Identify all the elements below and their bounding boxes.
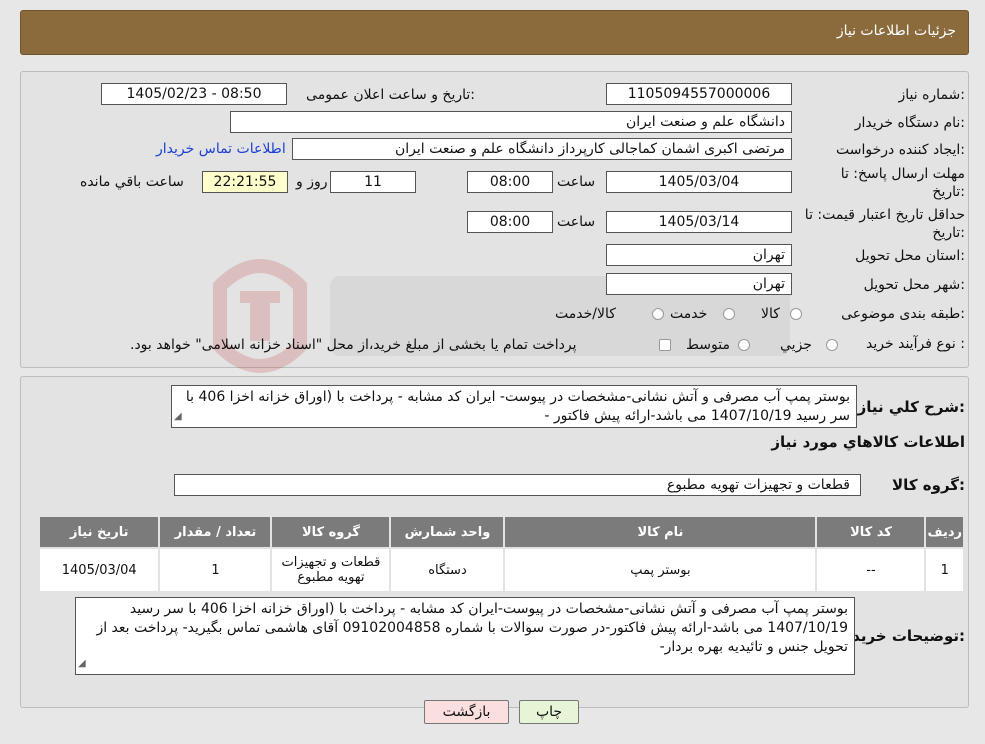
buyer-org-field: دانشگاه علم و صنعت ایران: [230, 111, 792, 133]
buyer-notes-label: توضیحات خریدار:: [838, 627, 965, 645]
days-label: روز و: [296, 174, 328, 190]
validity-label-line1: حداقل تاریخ اعتبار قیمت: تا: [804, 207, 965, 223]
col-header-code: کد کالا: [817, 517, 925, 547]
summary-textarea[interactable]: بوستر پمپ آب مصرفی و آتش نشانی-مشخصات در…: [171, 385, 857, 428]
buyer-notes-text: بوستر پمپ آب مصرفی و آتش نشانی-مشخصات در…: [96, 601, 848, 655]
table-header-row: رديف کد کالا نام کالا واحد شمارش گروه کا…: [40, 517, 963, 547]
print-button[interactable]: چاپ: [519, 700, 579, 724]
creator-label: ایجاد کننده درخواست:: [836, 142, 965, 158]
need-number-label: شماره نیاز:: [898, 87, 965, 103]
buyer-notes-textarea[interactable]: بوستر پمپ آب مصرفی و آتش نشانی-مشخصات در…: [75, 597, 855, 675]
validity-label-line2: تاریخ:: [932, 225, 965, 241]
category-radio-goods[interactable]: [790, 308, 802, 320]
deadline-label-line1: مهلت ارسال پاسخ: تا: [840, 166, 965, 182]
announce-datetime-field: 1405/02/23 - 08:50: [101, 83, 287, 105]
col-header-name: نام کالا: [505, 517, 816, 547]
city-label: شهر محل تحویل:: [863, 277, 965, 293]
city-field: تهران: [606, 273, 792, 295]
validity-date-field: 1405/03/14: [606, 211, 792, 233]
days-remaining-field: 11: [330, 171, 416, 193]
goods-info-title: اطلاعات کالاهاي مورد نياز: [771, 433, 965, 451]
col-header-row-number: رديف: [926, 517, 963, 547]
process-radio-minor[interactable]: [826, 339, 838, 351]
province-label: استان محل تحویل:: [855, 248, 965, 264]
validity-time-label: ساعت: [557, 214, 596, 230]
cell-group: قطعات و تجهیزات تهویه مطبوع: [272, 549, 390, 591]
process-option-minor: جزیي: [780, 337, 812, 353]
cell-row-number: 1: [926, 549, 963, 591]
back-button[interactable]: بازگشت: [424, 700, 509, 724]
category-option-service: خدمت: [670, 306, 708, 322]
remaining-label: ساعت باقي مانده: [80, 174, 184, 190]
goods-group-value: قطعات و تجهیزات تهویه مطبوع: [666, 477, 850, 493]
cell-code: --: [817, 549, 925, 591]
cell-name: بوستر پمپ: [505, 549, 816, 591]
items-table: رديف کد کالا نام کالا واحد شمارش گروه کا…: [38, 515, 965, 593]
category-option-goods-service: کالا/خدمت: [555, 306, 616, 322]
table-row: 1 -- بوستر پمپ دستگاه قطعات و تجهیزات ته…: [40, 549, 963, 591]
category-radio-goods-service[interactable]: [652, 308, 664, 320]
category-option-goods: کالا: [761, 306, 780, 322]
deadline-time-label: ساعت: [557, 174, 596, 190]
goods-group-label: گروه کالا:: [892, 476, 965, 494]
validity-time-field: 08:00: [467, 211, 553, 233]
summary-text: بوستر پمپ آب مصرفی و آتش نشانی-مشخصات در…: [185, 389, 850, 424]
contact-buyer-link[interactable]: اطلاعات تماس خریدار: [156, 141, 286, 157]
announce-label: تاریخ و ساعت اعلان عمومی:: [306, 87, 475, 103]
deadline-label-line2: تاریخ:: [932, 184, 965, 200]
page-title: جزئیات اطلاعات نیاز: [836, 23, 956, 39]
province-field: تهران: [606, 244, 792, 266]
col-header-group: گروه کالا: [272, 517, 390, 547]
category-label: طبقه بندی موضوعی:: [841, 306, 965, 322]
cell-quantity: 1: [160, 549, 271, 591]
need-number-field: 1105094557000006: [606, 83, 792, 105]
buyer-org-label: نام دستگاه خریدار:: [854, 115, 965, 131]
col-header-unit: واحد شمارش: [391, 517, 504, 547]
process-radio-medium[interactable]: [738, 339, 750, 351]
col-header-date: تاريخ نياز: [40, 517, 159, 547]
deadline-time-field: 08:00: [467, 171, 553, 193]
goods-group-field: قطعات و تجهیزات تهویه مطبوع: [174, 474, 861, 496]
process-label: نوع فرآیند خرید :: [866, 336, 965, 352]
resize-grip-icon[interactable]: ◢: [78, 654, 86, 673]
category-radio-service[interactable]: [723, 308, 735, 320]
deadline-date-field: 1405/03/04: [606, 171, 792, 193]
cell-date: 1405/03/04: [40, 549, 159, 591]
col-header-quantity: تعداد / مقدار: [160, 517, 271, 547]
page-header: جزئیات اطلاعات نیاز: [20, 10, 969, 55]
treasury-payment-checkbox[interactable]: [659, 339, 671, 351]
resize-grip-icon[interactable]: ◢: [174, 407, 182, 426]
creator-field: مرتضی اکبری اشمان کماجالی کارپرداز دانشگ…: [292, 138, 792, 160]
treasury-note: پرداخت تمام یا بخشی از مبلغ خرید،از محل …: [130, 337, 577, 353]
cell-unit: دستگاه: [391, 549, 504, 591]
summary-label: شرح کلي نياز:: [857, 398, 965, 416]
process-option-medium: متوسط: [686, 337, 730, 353]
remaining-time-field: 22:21:55: [202, 171, 288, 193]
